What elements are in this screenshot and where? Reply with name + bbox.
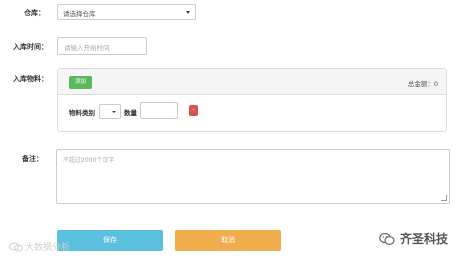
warehouse-select[interactable]: 请选择仓库	[57, 4, 196, 20]
warehouse-select-value: 请选择仓库	[63, 10, 96, 18]
delete-row-button[interactable]: -	[189, 105, 198, 116]
watermark-right: 齐圣科技	[379, 230, 448, 247]
material-panel-header: 添加 总金额：0	[58, 69, 446, 95]
watermark-left-text: 大数据分析	[25, 243, 71, 253]
total-amount: 总金额：0	[407, 80, 438, 88]
watermark-right-text: 齐圣科技	[400, 232, 449, 246]
resize-handle-icon[interactable]	[441, 195, 447, 201]
chevron-down-icon	[112, 111, 116, 113]
material-label: 入库物料：	[13, 75, 48, 83]
start-time-input[interactable]: 请输入开始时间	[57, 37, 147, 55]
time-label: 入库时间：	[13, 43, 48, 51]
quantity-label: 数量	[124, 109, 137, 117]
start-time-placeholder: 请输入开始时间	[64, 44, 110, 52]
watermark-left: 大数据分析	[9, 240, 70, 253]
save-button[interactable]: 保存	[57, 230, 163, 251]
quantity-input[interactable]	[140, 102, 178, 119]
add-material-button[interactable]: 添加	[69, 76, 92, 89]
chevron-down-icon	[186, 11, 190, 14]
warehouse-label: 仓库：	[24, 9, 45, 17]
category-select[interactable]	[99, 104, 121, 119]
remark-textarea[interactable]: 不超过2000个汉字	[56, 149, 450, 204]
wechat-icon	[379, 232, 395, 245]
remark-placeholder: 不超过2000个汉字	[63, 157, 115, 164]
cancel-button[interactable]: 取消	[175, 230, 281, 251]
material-panel: 添加 总金额：0	[57, 68, 447, 132]
remark-label: 备注：	[22, 155, 43, 163]
chat-bubble-icon	[9, 242, 23, 251]
category-label: 物料类别	[69, 109, 95, 117]
